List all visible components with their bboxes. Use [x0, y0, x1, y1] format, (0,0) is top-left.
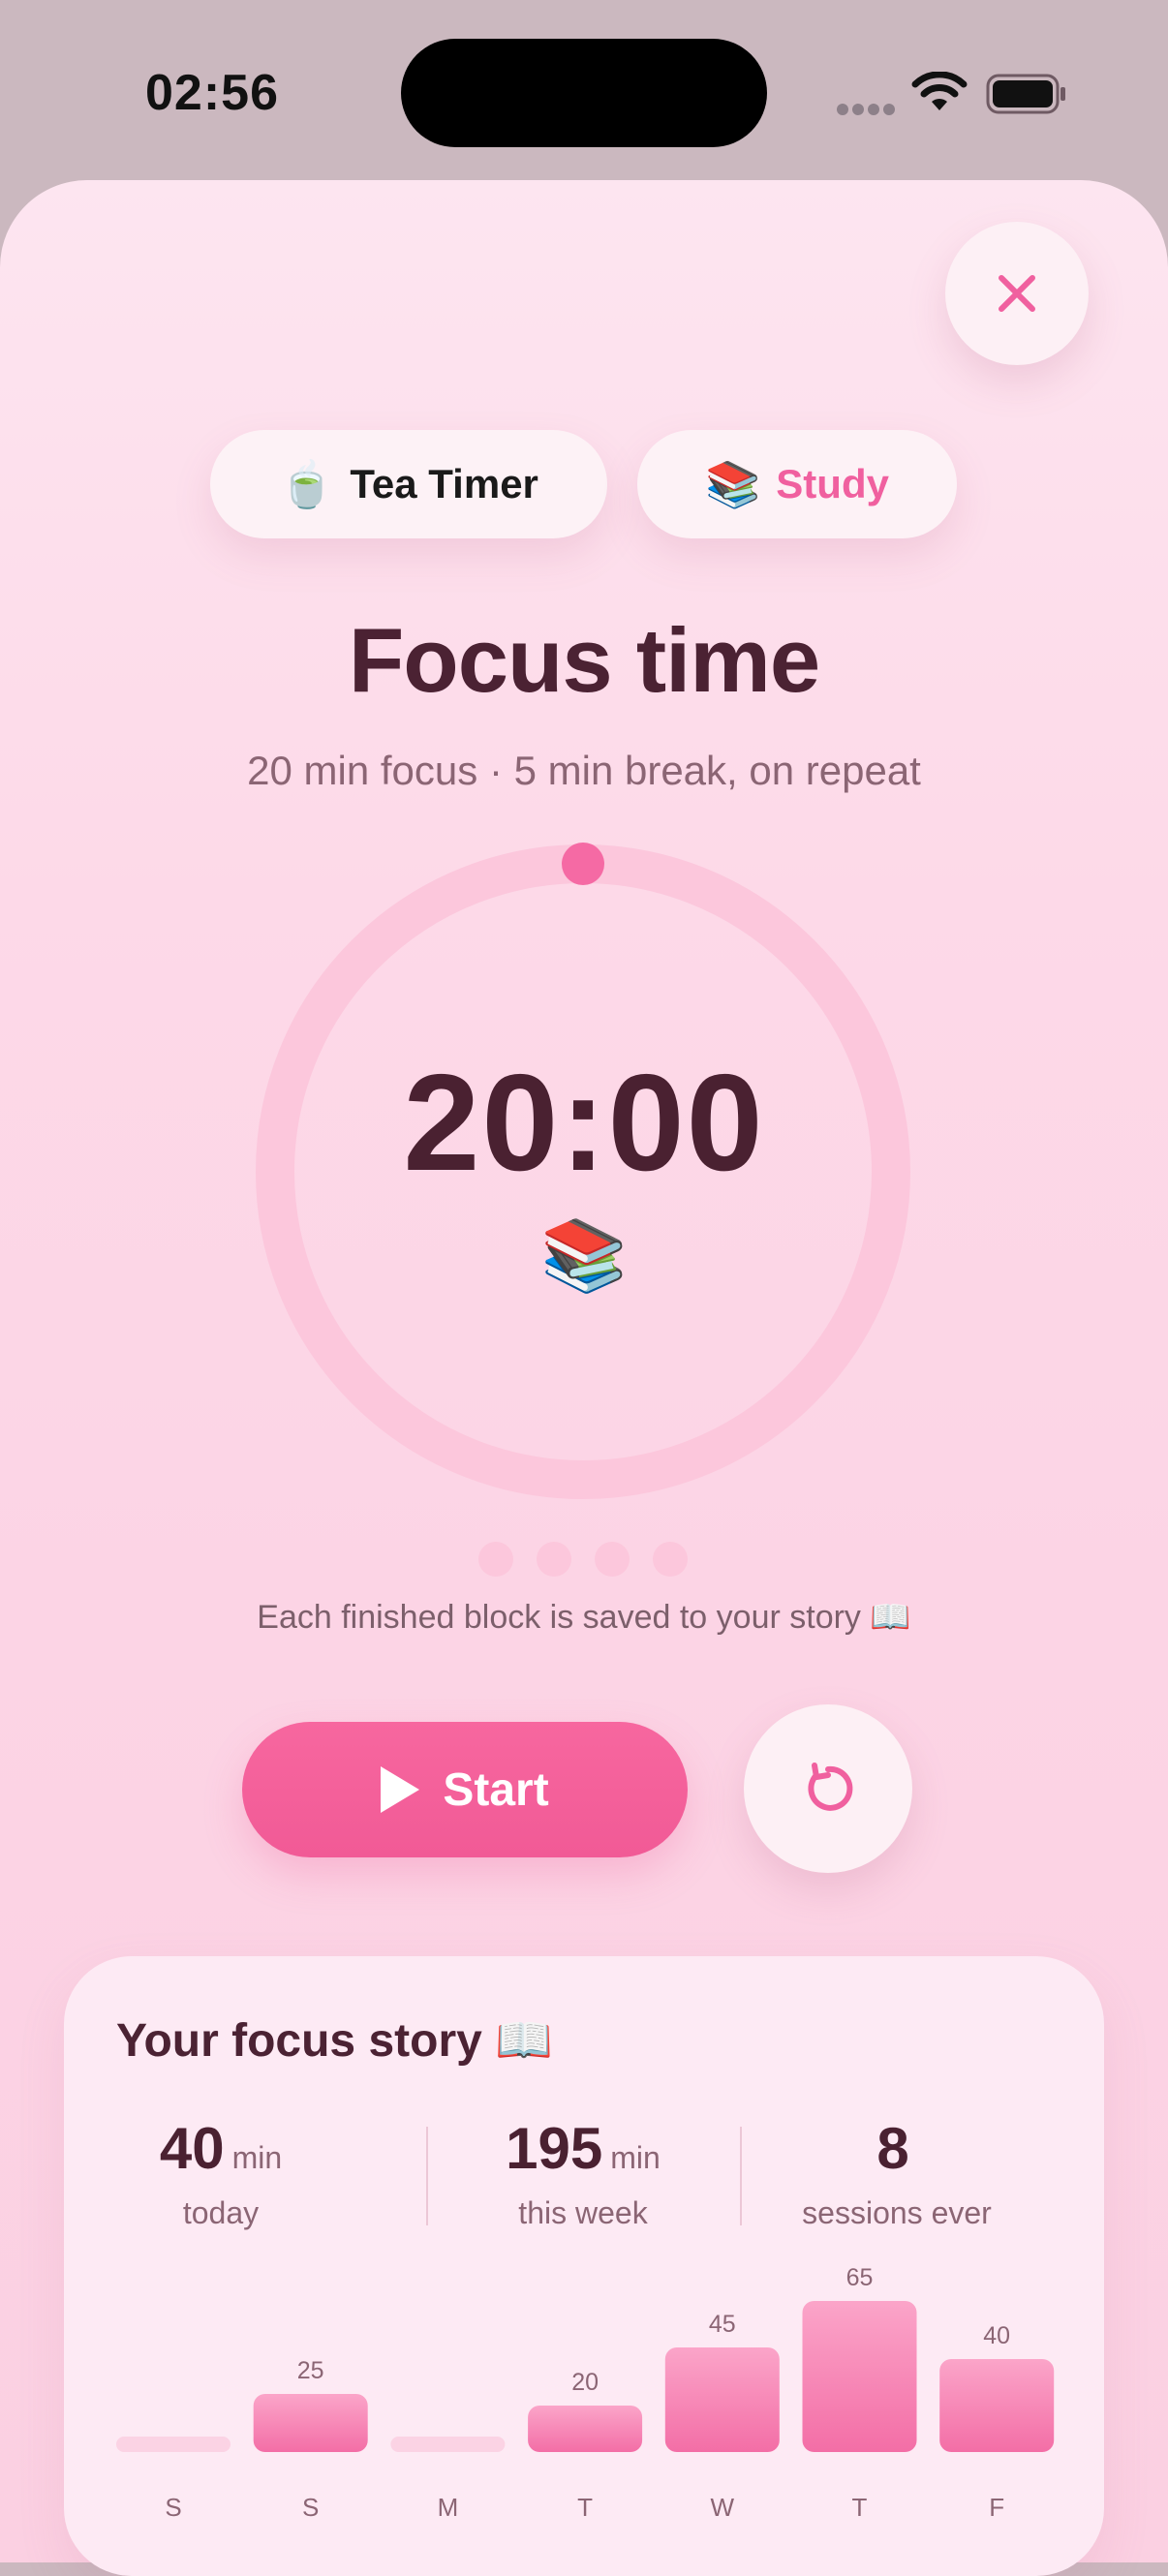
block-dot — [653, 1542, 688, 1577]
chart-data-label: 40 — [983, 2322, 1010, 2349]
tea-icon: 🍵 — [279, 458, 335, 509]
reset-icon — [808, 1763, 853, 1811]
study-emoji-icon: 📚 — [540, 1217, 628, 1295]
chart-bar — [390, 2437, 506, 2452]
chart-bar — [939, 2359, 1055, 2452]
page-title: Focus time — [348, 609, 820, 711]
block-dot — [595, 1542, 630, 1577]
chart-tick-label: M — [438, 2493, 459, 2522]
tab-tea-timer[interactable]: 🍵 Tea Timer — [210, 430, 607, 538]
block-dot — [537, 1542, 571, 1577]
focus-story-card: Your focus story 📖 40 min today 195 min th… — [64, 1956, 1104, 2576]
chart-tick-label: T — [852, 2493, 868, 2522]
reset-button[interactable] — [744, 1704, 912, 1873]
tab-tea-timer-label: Tea Timer — [350, 461, 538, 506]
chart-bar — [802, 2301, 917, 2452]
cellular-signal-icon — [837, 103, 899, 120]
chart-tick-label: W — [711, 2493, 735, 2522]
chart-data-label: 20 — [571, 2369, 599, 2396]
start-button-label: Start — [443, 1763, 549, 1816]
tab-study[interactable]: 📚 Study — [637, 430, 957, 538]
close-icon — [999, 275, 1035, 312]
books-icon: 📚 — [705, 458, 761, 509]
block-progress-dots — [478, 1542, 711, 1581]
tab-study-label: Study — [776, 461, 889, 506]
status-time: 02:56 — [145, 65, 279, 121]
chart-data-label: 65 — [846, 2264, 874, 2291]
chart-tick-label: F — [989, 2493, 1004, 2522]
battery-icon — [986, 74, 1065, 114]
chart-tick-label: S — [165, 2493, 181, 2522]
blocks-caption: Each finished block is saved to your sto… — [257, 1599, 911, 1636]
chart-bar — [116, 2437, 231, 2452]
timer-progress-knob[interactable] — [562, 843, 604, 885]
block-dot — [478, 1542, 513, 1577]
page-subtitle: 20 min focus · 5 min break, on repeat — [247, 748, 921, 793]
dynamic-island — [401, 39, 767, 147]
start-button[interactable]: Start — [242, 1722, 688, 1857]
chart-bar — [664, 2347, 780, 2452]
close-button[interactable] — [945, 222, 1089, 365]
wifi-icon — [911, 72, 968, 110]
chart-bar — [253, 2394, 368, 2452]
play-icon — [381, 1766, 420, 1813]
chart-tick-label: T — [577, 2493, 593, 2522]
chart-data-label: 25 — [297, 2357, 324, 2384]
chart-tick-label: S — [302, 2493, 319, 2522]
chart-data-label: 45 — [709, 2311, 736, 2338]
chart-bar — [528, 2406, 643, 2452]
timer-display: 20:00 — [403, 1046, 765, 1200]
weekly-focus-chart: S 25 S M 20 T 45 W 65 T 40 F — [116, 2264, 1055, 2522]
status-bar: 02:56 — [0, 0, 1168, 184]
